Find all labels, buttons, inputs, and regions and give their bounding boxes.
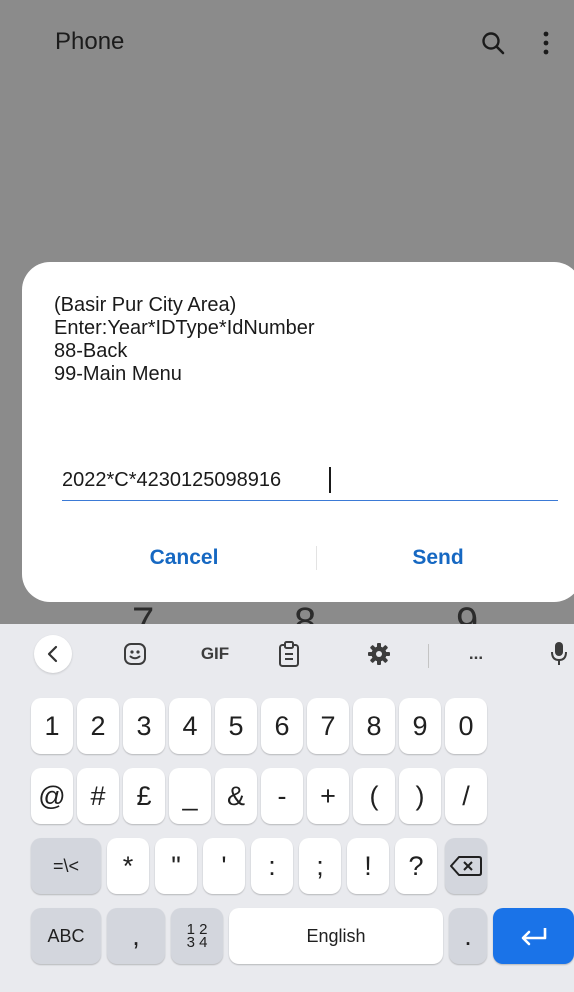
key-comma[interactable]: ,: [107, 908, 165, 964]
text-caret: [329, 467, 331, 493]
key-question[interactable]: ?: [395, 838, 437, 894]
key-apostrophe[interactable]: ': [203, 838, 245, 894]
key-2[interactable]: 2: [77, 698, 119, 754]
numpad-label-bottom: 3 4: [186, 934, 208, 951]
ussd-response-input[interactable]: [62, 460, 558, 501]
key-7[interactable]: 7: [307, 698, 349, 754]
key-pound[interactable]: £: [123, 768, 165, 824]
settings-button[interactable]: [362, 638, 396, 670]
key-slash[interactable]: /: [445, 768, 487, 824]
key-semicolon[interactable]: ;: [299, 838, 341, 894]
cancel-button[interactable]: Cancel: [122, 538, 246, 578]
key-colon[interactable]: :: [251, 838, 293, 894]
key-ampersand[interactable]: &: [215, 768, 257, 824]
key-abc[interactable]: ABC: [31, 908, 101, 964]
clipboard-icon: [279, 641, 299, 667]
app-title: Phone: [55, 28, 125, 55]
enter-arrow-icon: [521, 928, 546, 946]
ussd-dialog: (Basir Pur City Area) Enter:Year*IDType*…: [22, 262, 574, 602]
key-6[interactable]: 6: [261, 698, 303, 754]
gif-button[interactable]: GIF: [190, 638, 240, 670]
key-enter[interactable]: [493, 908, 574, 964]
ussd-message: (Basir Pur City Area) Enter:Year*IDType*…: [54, 294, 554, 386]
key-9[interactable]: 9: [399, 698, 441, 754]
key-8[interactable]: 8: [353, 698, 395, 754]
key-3[interactable]: 3: [123, 698, 165, 754]
key-backspace[interactable]: [445, 838, 487, 894]
key-4[interactable]: 4: [169, 698, 211, 754]
sticker-emoji-icon: [124, 643, 146, 665]
key-asterisk[interactable]: *: [107, 838, 149, 894]
key-close-paren[interactable]: ): [399, 768, 441, 824]
key-hash[interactable]: #: [77, 768, 119, 824]
key-more-symbols[interactable]: =\<: [31, 838, 101, 894]
message-line: (Basir Pur City Area): [54, 294, 237, 316]
gear-icon: [368, 643, 390, 665]
numpad-label: 1 2 3 4: [186, 922, 208, 951]
app-bar: Phone: [0, 0, 574, 90]
microphone-icon: [551, 642, 567, 665]
phone-screen: Phone 7 8 9 (Basir Pur City Area) Enter:…: [0, 0, 574, 992]
key-at[interactable]: @: [31, 768, 73, 824]
toolbar-divider: [428, 644, 429, 668]
message-line: Enter:Year*IDType*IdNumber: [54, 317, 315, 339]
send-button[interactable]: Send: [386, 538, 490, 578]
toolbar-back-button[interactable]: [34, 635, 72, 673]
key-exclamation[interactable]: !: [347, 838, 389, 894]
search-icon[interactable]: [480, 30, 506, 56]
key-1[interactable]: 1: [31, 698, 73, 754]
soft-keyboard: GIF ... 1 2 3 4 5 6 7 8 9 0 @ # £ _ & - …: [0, 624, 574, 992]
key-period[interactable]: .: [449, 908, 487, 964]
clipboard-button[interactable]: [272, 638, 306, 670]
key-plus[interactable]: +: [307, 768, 349, 824]
message-line: 88-Back: [54, 340, 128, 362]
keyboard-toolbar: GIF ...: [0, 624, 574, 684]
voice-input-button[interactable]: [544, 638, 574, 670]
key-5[interactable]: 5: [215, 698, 257, 754]
backspace-icon: [450, 856, 482, 876]
button-divider: [316, 546, 317, 570]
key-space[interactable]: English: [229, 908, 443, 964]
emoji-button[interactable]: [118, 638, 152, 670]
key-numpad[interactable]: 1 2 3 4: [171, 908, 223, 964]
chevron-left-icon: [47, 645, 58, 663]
key-double-quote[interactable]: ": [155, 838, 197, 894]
more-options-button[interactable]: ...: [456, 638, 496, 670]
key-0[interactable]: 0: [445, 698, 487, 754]
more-vert-icon[interactable]: [536, 30, 556, 56]
key-open-paren[interactable]: (: [353, 768, 395, 824]
message-line: 99-Main Menu: [54, 363, 182, 385]
key-underscore[interactable]: _: [169, 768, 211, 824]
key-minus[interactable]: -: [261, 768, 303, 824]
